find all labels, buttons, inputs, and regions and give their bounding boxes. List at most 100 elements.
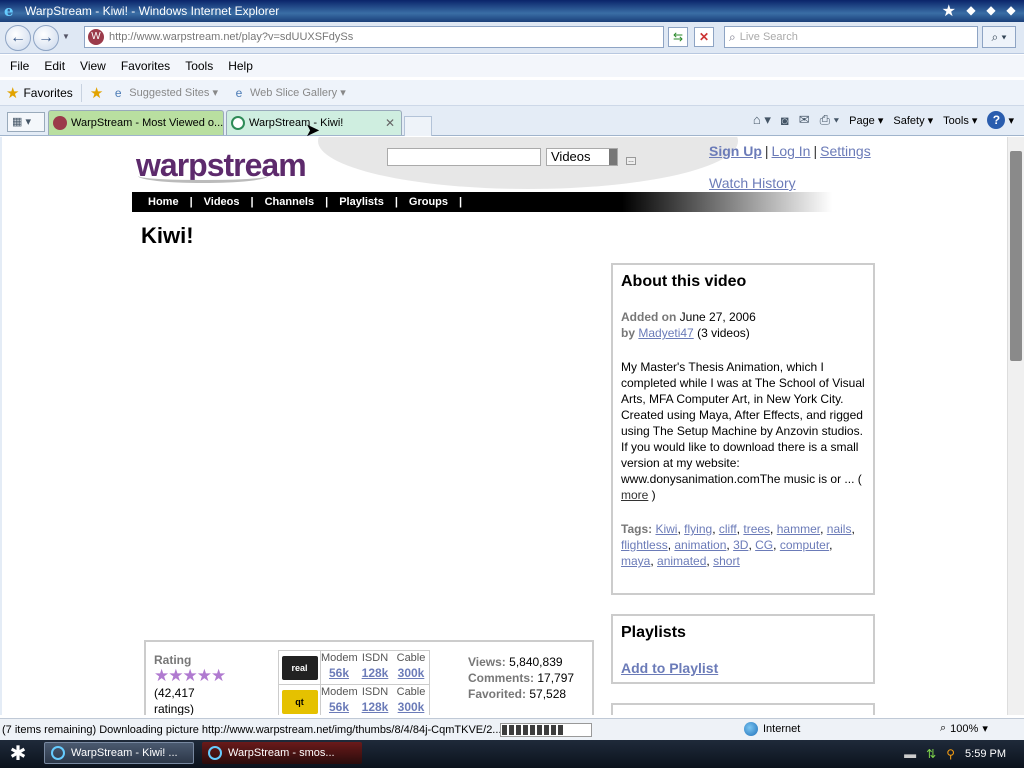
web-slice-gallery-link[interactable]: e Web Slice Gallery ▾ [232,86,346,100]
signup-link[interactable]: Sign Up [709,143,762,159]
tag-link[interactable]: 3D [733,538,748,552]
home-icon[interactable]: ⌂ ▾ [753,112,771,128]
tag-link[interactable]: flying [684,522,712,536]
download-link[interactable]: 128k [357,700,393,715]
menu-file[interactable]: File [10,59,29,73]
print-icon[interactable]: ⎙ ▾ [820,112,839,128]
search-go-button[interactable]: ⌕ ▾ [982,26,1016,48]
tag-link[interactable]: hammer [777,522,820,536]
site-search-category[interactable]: Videos [546,148,618,166]
suggested-sites-link[interactable]: e Suggested Sites ▾ [111,86,218,100]
page-menu[interactable]: Page ▾ [849,114,883,127]
safety-menu[interactable]: Safety ▾ [893,114,933,127]
menu-help[interactable]: Help [228,59,253,73]
nav-home[interactable]: Home [148,196,179,208]
download-link[interactable]: 56k [321,700,357,715]
rating-stars[interactable]: ★★★★★ [154,666,226,685]
ie-page-icon: e [114,85,122,100]
nav-videos[interactable]: Videos [204,196,240,208]
download-link[interactable]: 56k [321,666,357,681]
address-url[interactable]: http://www.warpstream.net/play?v=sdUUXSF… [109,31,353,43]
tag-link[interactable]: short [713,554,740,568]
zoom-control[interactable]: ⌕ 100% ▾ [940,722,988,735]
maximize-icon[interactable]: ◆ [984,3,998,17]
nav-playlists[interactable]: Playlists [339,196,384,208]
quick-tabs-button[interactable]: ▦ ▾ [7,112,45,132]
by-label: by [621,326,636,340]
site-search-button[interactable]: … [626,157,636,165]
download-link[interactable]: 128k [357,666,393,681]
favorites-button[interactable]: ★ Favorites [6,84,73,102]
author-link[interactable]: Madyeti47 [638,326,693,340]
star-icon[interactable]: ★ [154,666,169,685]
tab-most-viewed[interactable]: WarpStream - Most Viewed o... [48,110,224,135]
minimize-icon[interactable]: ◆ [964,3,978,17]
tag-link[interactable]: maya [621,554,650,568]
add-to-playlist-link[interactable]: Add to Playlist [621,660,718,676]
stop-button[interactable]: ✕ [694,27,714,47]
ie-page-icon: e [235,85,243,100]
tag-link[interactable]: Kiwi [655,522,677,536]
progress-fill [502,725,564,735]
taskbar-item-smos[interactable]: WarpStream - smos... [202,742,362,764]
tag-link[interactable]: flightless [621,538,668,552]
forward-button[interactable]: → [33,25,59,51]
tools-menu[interactable]: Tools ▾ [943,114,977,127]
rating-label: Rating [154,653,192,667]
taskbar-item-kiwi[interactable]: WarpStream - Kiwi! ... [44,742,194,764]
tag-link[interactable]: animated [657,554,706,568]
vertical-scrollbar[interactable] [1007,137,1024,715]
nav-channels[interactable]: Channels [265,196,315,208]
new-tab-button[interactable] [404,116,432,136]
download-link[interactable]: 300k [393,700,429,715]
star-icon[interactable]: ★ [183,666,198,685]
star-icon[interactable]: ★ [168,666,183,685]
rating-block: Rating ★★★★★ (42,417 ratings) [154,652,226,715]
tag-link[interactable]: animation [674,538,726,552]
close-icon[interactable]: ◆ [1004,3,1018,17]
settings-link[interactable]: Settings [820,143,871,159]
back-button[interactable]: ← [5,25,31,51]
help-menu[interactable]: ? ▾ [987,111,1014,129]
login-link[interactable]: Log In [772,143,811,159]
counts-block: Views: 5,840,839 Comments: 17,797 Favori… [468,654,574,702]
menu-tools[interactable]: Tools [185,59,213,73]
pin-icon[interactable]: ★ [942,1,956,21]
site-search-input[interactable] [387,148,541,166]
watch-history-link[interactable]: Watch History [709,175,796,191]
add-favorite-icon[interactable]: ★ [90,84,103,102]
menu-favorites[interactable]: Favorites [121,59,170,73]
added-date: June 27, 2006 [679,310,756,324]
security-zone[interactable]: Internet [744,722,800,736]
added-label: Added on [621,310,677,324]
menu-view[interactable]: View [80,59,106,73]
menu-edit[interactable]: Edit [44,59,65,73]
search-tray-icon[interactable]: ⚲ [946,747,955,761]
feeds-icon[interactable]: ◙ [781,113,789,128]
start-button[interactable]: ✱ [0,740,36,768]
history-dropdown-icon[interactable]: ▼ [62,32,70,41]
tag-link[interactable]: cliff [719,522,737,536]
mail-icon[interactable]: ✉ [799,112,810,128]
tag-link[interactable]: CG [755,538,773,552]
tag-link[interactable]: computer [780,538,829,552]
clock[interactable]: 5:59 PM [965,748,1006,760]
tag-link[interactable]: trees [743,522,770,536]
download-link[interactable]: 300k [393,666,429,681]
network-icon[interactable]: ⇅ [926,747,936,761]
address-input[interactable]: W http://www.warpstream.net/play?v=sdUUX… [84,26,664,48]
about-video-panel: About this video Added on June 27, 2006 … [611,263,875,595]
star-icon[interactable]: ★ [211,666,226,685]
close-tab-icon[interactable]: ✕ [385,116,395,130]
more-link[interactable]: more [621,488,648,502]
refresh-button[interactable]: ⇆ [668,27,688,47]
nav-groups[interactable]: Groups [409,196,448,208]
star-icon[interactable]: ★ [197,666,212,685]
site-logo[interactable]: warpstream [136,147,307,184]
taskbar: ✱ WarpStream - Kiwi! ... WarpStream - sm… [0,740,1024,768]
search-input[interactable]: ⌕ Live Search [724,26,978,48]
scrollbar-thumb[interactable] [1010,151,1022,361]
tag-link[interactable]: nails [827,522,852,536]
keyboard-icon[interactable]: ▬ [904,747,916,761]
suggested-sites-label: Suggested Sites [129,86,210,99]
